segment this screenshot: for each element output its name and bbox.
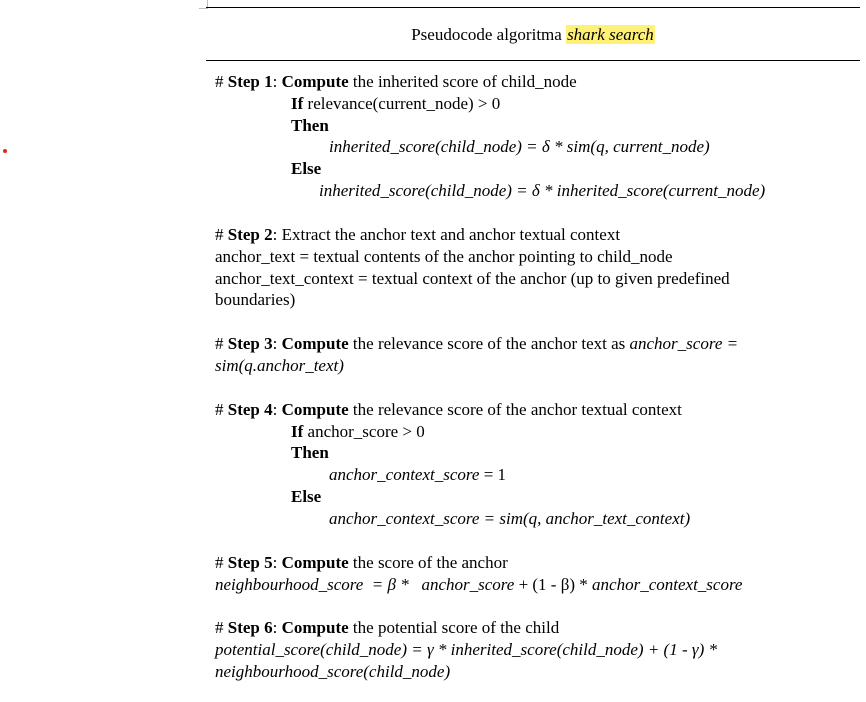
step-3-expr: sim(q.anchor_text) xyxy=(215,356,344,375)
step-4-else: Else xyxy=(291,487,322,506)
step-6-heading: # Step 6: Compute the potential score of… xyxy=(215,618,560,637)
step-5-expr: neighbourhood_score = β * anchor_score +… xyxy=(215,575,743,594)
step-2-anchor-context: anchor_text_context = textual context of… xyxy=(215,269,730,288)
step-6-expr: potential_score(child_node) = γ * inheri… xyxy=(215,640,717,659)
caption-text: Pseudocode algoritma xyxy=(411,25,567,44)
table-caption: Pseudocode algoritma shark search xyxy=(206,24,860,46)
step-3-heading: # Step 3: Compute the relevance score of… xyxy=(215,334,739,353)
step-2-heading: # Step 2: Extract the anchor text and an… xyxy=(215,225,621,244)
step-1-then: Then xyxy=(291,116,329,135)
step-4-if: If anchor_score > 0 xyxy=(291,422,425,441)
red-dot-marker xyxy=(3,149,7,153)
step-4-then: Then xyxy=(291,443,329,462)
step-1-else-expr: inherited_score(child_node) = δ * inheri… xyxy=(319,181,766,200)
step-1-if: If relevance(current_node) > 0 xyxy=(291,94,501,113)
step-5-heading: # Step 5: Compute the score of the ancho… xyxy=(215,553,508,572)
table-top-rule xyxy=(206,7,860,8)
step-2-boundaries: boundaries) xyxy=(215,290,296,309)
caption-highlight: shark search xyxy=(566,25,655,44)
step-4-then-expr: anchor_context_score = 1 xyxy=(329,465,507,484)
step-1-heading: # Step 1: Compute the inherited score of… xyxy=(215,72,577,91)
step-6-expr-cont: neighbourhood_score(child_node) xyxy=(215,662,451,681)
table-header-rule xyxy=(206,60,860,61)
step-2-anchor-text: anchor_text = textual contents of the an… xyxy=(215,247,673,266)
step-1-then-expr: inherited_score(child_node) = δ * sim(q,… xyxy=(329,137,710,156)
step-1-else: Else xyxy=(291,159,322,178)
step-4-heading: # Step 4: Compute the relevance score of… xyxy=(215,400,682,419)
step-4-else-expr: anchor_context_score = sim(q, anchor_tex… xyxy=(329,509,691,528)
